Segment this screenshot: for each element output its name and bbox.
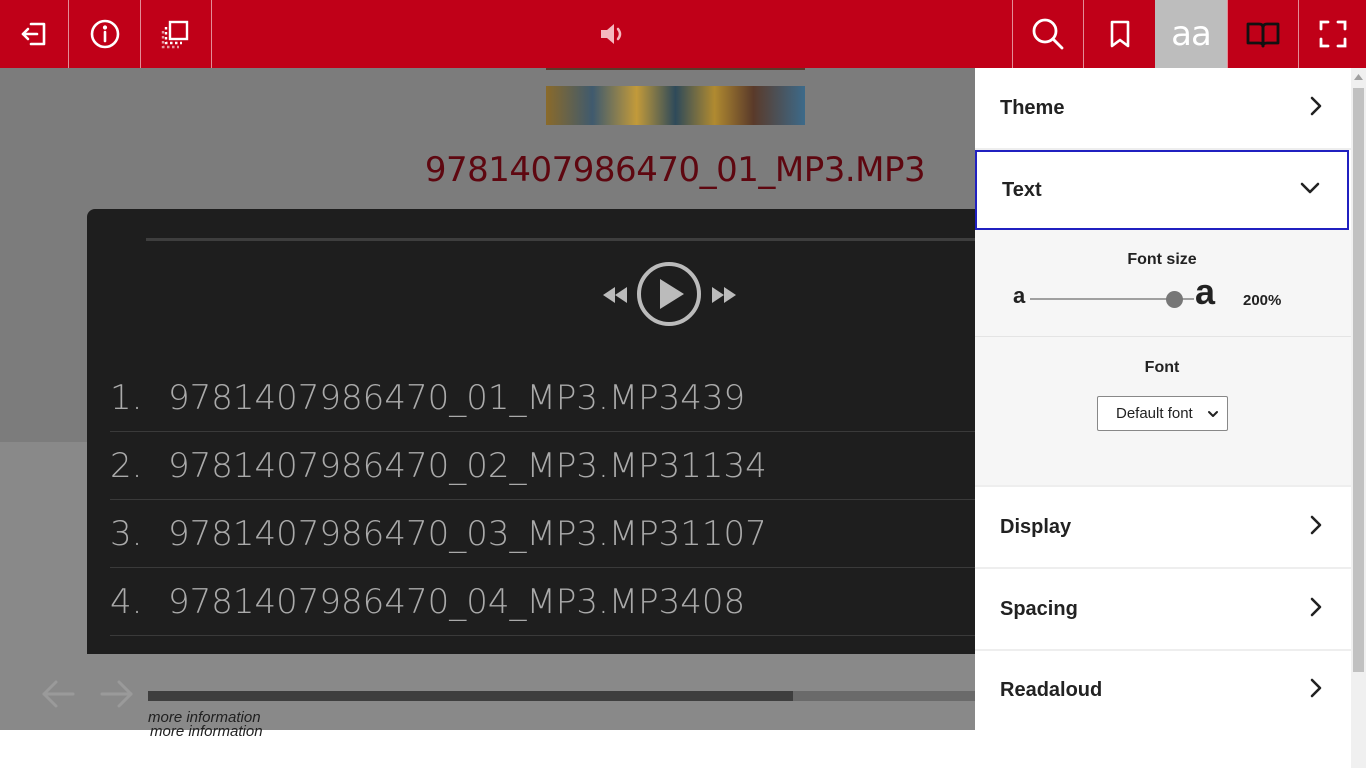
text-size-icon: aa (1171, 14, 1212, 54)
audio-player: 1. 9781407986470_01_MP3.MP3439 2. 978140… (87, 209, 975, 654)
pages-button[interactable] (141, 0, 212, 68)
info-button[interactable] (69, 0, 141, 68)
chevron-right-icon (1309, 95, 1323, 122)
open-book-icon (1245, 19, 1281, 49)
theme-section-header[interactable]: Theme (975, 68, 1349, 148)
chevron-down-icon (1207, 405, 1219, 422)
play-button[interactable] (635, 261, 703, 332)
bookmark-icon (1107, 19, 1133, 49)
font-size-small-a: a (1013, 283, 1026, 308)
pages-icon (161, 19, 191, 49)
top-toolbar: aa (0, 0, 1366, 68)
track-number: 2. (110, 445, 143, 486)
readaloud-section-header[interactable]: Readaloud (975, 651, 1349, 729)
panel-scrollbar[interactable] (1351, 68, 1366, 768)
arrow-left-icon (40, 680, 76, 716)
spacing-section-title: Spacing (1000, 597, 1078, 620)
track-list: 1. 9781407986470_01_MP3.MP3439 2. 978140… (110, 364, 975, 636)
search-button[interactable] (1012, 0, 1084, 68)
book-view-button[interactable] (1227, 0, 1299, 68)
search-icon (1030, 16, 1066, 52)
fullscreen-icon (1318, 19, 1348, 49)
track-item[interactable]: 3. 9781407986470_03_MP3.MP31107 (110, 500, 975, 568)
divider (975, 336, 1351, 337)
speaker-icon (597, 19, 627, 49)
play-icon (636, 261, 702, 332)
settings-panel: Theme Text Font size a a 200% Font Defau… (975, 68, 1351, 730)
font-label: Font (1144, 359, 1180, 376)
readaloud-section-title: Readaloud (1000, 678, 1103, 701)
track-number: 1. (110, 377, 143, 418)
track-item[interactable]: 4. 9781407986470_04_MP3.MP3408 (110, 568, 975, 636)
rewind-button[interactable] (602, 286, 628, 308)
chevron-right-icon (1309, 596, 1323, 623)
info-icon (89, 18, 121, 50)
arrow-right-icon (99, 680, 135, 716)
exit-icon (18, 18, 50, 50)
audio-button[interactable] (580, 0, 644, 68)
fast-forward-icon (712, 286, 736, 308)
track-number: 3. (110, 513, 143, 554)
track-number: 4. (110, 581, 143, 622)
scroll-up-arrow-icon[interactable] (1351, 68, 1366, 86)
track-title: 9781407986470_04_MP3.MP3408 (168, 581, 746, 622)
fast-forward-button[interactable] (711, 286, 737, 308)
spacing-section-header[interactable]: Spacing (975, 569, 1349, 649)
font-size-value: 200% (1243, 292, 1282, 309)
font-size-label: Font size (1127, 251, 1197, 268)
display-section-title: Display (1000, 515, 1072, 538)
font-select[interactable]: Default font (1097, 396, 1228, 431)
font-size-slider-thumb[interactable] (1165, 291, 1183, 308)
text-settings-section: Font size a a 200% Font Default font (975, 230, 1351, 486)
previous-page-button[interactable] (40, 676, 76, 717)
text-settings-button[interactable]: aa (1155, 0, 1227, 68)
track-title: 9781407986470_03_MP3.MP31107 (168, 513, 767, 554)
chevron-right-icon (1309, 514, 1323, 541)
chevron-right-icon (1309, 677, 1323, 704)
more-information-link[interactable]: more information (150, 723, 263, 740)
font-select-value: Default font (1116, 405, 1193, 422)
reading-progress-fill (148, 691, 794, 701)
theme-section-title: Theme (1000, 96, 1065, 119)
track-item[interactable]: 2. 9781407986470_02_MP3.MP31134 (110, 432, 975, 500)
track-heading: 9781407986470_01_MP3.MP3 (424, 150, 926, 190)
text-section-title: Text (1002, 178, 1042, 201)
fullscreen-button[interactable] (1299, 0, 1366, 68)
font-size-large-a: a (1195, 271, 1216, 312)
reader-stage: 9781407986470_01_MP3.MP3 1. 978140798647… (0, 68, 975, 730)
track-item[interactable]: 1. 9781407986470_01_MP3.MP3439 (110, 364, 975, 432)
chevron-down-icon (1299, 181, 1321, 200)
text-section-header[interactable]: Text (975, 150, 1349, 230)
cover-image-edge (546, 68, 805, 70)
player-progress-line[interactable] (146, 238, 975, 241)
bookmark-button[interactable] (1084, 0, 1155, 68)
scrollbar-thumb[interactable] (1353, 88, 1364, 672)
cover-image (546, 86, 805, 125)
exit-button[interactable] (0, 0, 69, 68)
next-page-button[interactable] (99, 676, 135, 717)
track-title: 9781407986470_02_MP3.MP31134 (168, 445, 767, 486)
track-title: 9781407986470_01_MP3.MP3439 (168, 377, 746, 418)
display-section-header[interactable]: Display (975, 487, 1349, 567)
reading-progress-bar[interactable] (148, 691, 975, 701)
rewind-icon (603, 286, 627, 308)
